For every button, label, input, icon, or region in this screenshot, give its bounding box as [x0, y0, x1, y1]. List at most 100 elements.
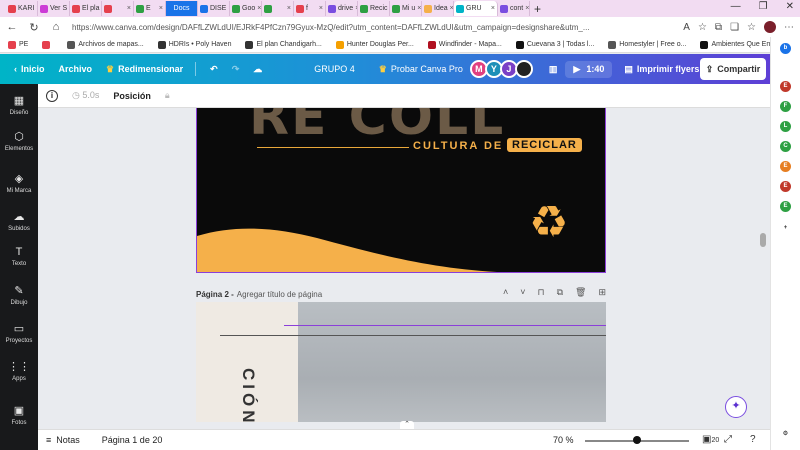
bookmark-item[interactable]: HDRIs • Poly Haven — [157, 40, 231, 49]
delete-icon[interactable]: 🗑︎ — [575, 287, 586, 298]
sidebar-app-icon[interactable]: E — [780, 161, 791, 172]
tab-close-icon[interactable]: × — [525, 5, 529, 12]
favorite-star-icon[interactable]: ☆ — [698, 22, 707, 33]
rail-item-texto[interactable]: T Texto — [0, 246, 38, 267]
file-menu-button[interactable]: Archivo — [59, 64, 93, 74]
bookmark-item[interactable] — [42, 40, 53, 49]
bookmark-item[interactable]: Hunter Douglas Per... — [335, 40, 414, 49]
show-pages-button[interactable]: ⌃ — [400, 421, 414, 429]
browser-tab[interactable]: Ver S× — [38, 1, 70, 16]
fullscreen-icon[interactable]: ⤢ — [724, 434, 732, 445]
sidebar-add-icon[interactable]: + — [780, 223, 791, 234]
rail-item-subidos[interactable]: ☁ Subidos — [0, 210, 38, 232]
maximize-icon[interactable]: ❐ — [759, 1, 768, 12]
bing-icon[interactable]: b — [780, 43, 791, 54]
sidebar-app-icon[interactable]: E — [780, 201, 791, 212]
sidebar-app-icon[interactable]: F — [780, 101, 791, 112]
browser-tab[interactable]: cont × — [498, 1, 530, 16]
sidebar-app-icon[interactable]: E — [780, 181, 791, 192]
rail-item-fotos[interactable]: ▣ Fotos — [0, 404, 38, 426]
new-tab-button[interactable]: + — [534, 2, 541, 16]
browser-tab[interactable]: Idea × — [422, 1, 454, 16]
rail-item-dibujo[interactable]: ✎ Dibujo — [0, 284, 38, 306]
page-grid-button[interactable]: ▣20 — [702, 434, 719, 445]
recycle-icon[interactable]: ♻ — [529, 197, 568, 248]
browser-tab[interactable]: El pla× — [70, 1, 102, 16]
tab-close-icon[interactable]: × — [127, 5, 131, 12]
position-button[interactable]: Posición — [113, 91, 151, 101]
browser-tab[interactable]: × — [262, 1, 294, 16]
present-timer-button[interactable]: ▶ 1:40 — [565, 60, 613, 78]
browser-tab[interactable]: Docs — [166, 1, 198, 16]
stats-icon[interactable]: ▥ — [549, 64, 558, 75]
bookmark-item[interactable]: Cuevana 3 | Todas l... — [515, 40, 594, 49]
bookmark-item[interactable]: Windfinder - Mapa... — [427, 40, 502, 49]
print-flyers-button[interactable]: ▤ Imprimir flyers — [624, 64, 699, 75]
magic-assistant-button[interactable]: ✦ — [725, 396, 747, 418]
help-icon[interactable]: ? — [750, 434, 756, 445]
rail-item-mi-marca[interactable]: ◈ Mi Marca — [0, 172, 38, 194]
collections-icon[interactable]: ❏ — [730, 22, 739, 33]
browser-tab[interactable]: f × — [294, 1, 326, 16]
vertical-title-text[interactable]: CIÓN — [238, 368, 258, 422]
browser-tab[interactable]: Recic× — [358, 1, 390, 16]
browser-tab[interactable]: E × — [134, 1, 166, 16]
browser-tab[interactable]: × — [102, 1, 134, 16]
chevron-down-icon[interactable]: ˅ — [520, 287, 525, 298]
bookmark-item[interactable]: PE — [8, 40, 28, 49]
rail-item-proyectos[interactable]: ▭ Proyectos — [0, 322, 38, 344]
redo-button[interactable]: ↷ — [232, 64, 240, 75]
notes-button[interactable]: ≡ Notas — [46, 435, 80, 445]
sky-photo[interactable] — [298, 302, 606, 422]
browser-tab[interactable]: drive× — [326, 1, 358, 16]
rail-item-elementos[interactable]: ⬡ Elementos — [0, 130, 38, 152]
tab-close-icon[interactable]: × — [491, 5, 495, 12]
bookmark-item[interactable]: El plan Chandigarh... — [245, 40, 322, 49]
more-icon[interactable]: ⋯ — [784, 22, 794, 33]
reciclar-badge[interactable]: RECICLAR — [507, 138, 582, 152]
close-icon[interactable]: ✕ — [786, 1, 794, 12]
profile-avatar[interactable] — [764, 21, 776, 33]
browser-tab[interactable]: GRU × — [454, 1, 498, 16]
sidebar-app-icon[interactable]: C — [780, 141, 791, 152]
cultura-text[interactable]: CULTURA DE — [413, 140, 503, 152]
resize-button[interactable]: ♛ Redimensionar — [106, 64, 183, 75]
add-page-icon[interactable]: ⊞ — [598, 287, 606, 298]
browser-tab[interactable]: KARI× — [6, 1, 38, 16]
favorites-icon[interactable]: ☆ — [747, 22, 756, 33]
lock-icon[interactable]: ⊓ — [538, 287, 545, 298]
tab-close-icon[interactable]: × — [159, 5, 163, 12]
page-title-input[interactable]: Agregar título de página — [237, 290, 322, 299]
tab-close-icon[interactable]: × — [417, 5, 421, 12]
back-icon[interactable]: ← — [6, 21, 18, 33]
page-info[interactable]: Página 1 de 20 — [102, 435, 163, 445]
design-title[interactable]: GRUPO 4 — [314, 64, 355, 74]
try-pro-button[interactable]: ♛ Probar Canva Pro — [379, 64, 463, 75]
duplicate-icon[interactable]: ⧉ — [557, 287, 563, 298]
avatar[interactable] — [514, 60, 533, 78]
page-1[interactable]: RE COLL CULTURA DE RECICLAR ♻ — [196, 108, 606, 273]
tab-close-icon[interactable]: × — [257, 5, 261, 12]
tab-close-icon[interactable]: × — [319, 5, 323, 12]
zoom-value[interactable]: 70 % — [553, 435, 574, 445]
bookmark-item[interactable]: Archivos de mapas... — [67, 40, 144, 49]
scrollbar[interactable] — [760, 233, 766, 247]
duration-button[interactable]: ◷ 5.0s — [72, 90, 99, 101]
tab-close-icon[interactable]: × — [287, 5, 291, 12]
rail-item-apps[interactable]: ⋮⋮ Apps — [0, 360, 38, 382]
sidebar-app-icon[interactable]: L — [780, 121, 791, 132]
info-icon[interactable]: i — [46, 89, 58, 102]
rail-item-diseño[interactable]: ▦ Diseño — [0, 94, 38, 116]
sidebar-settings-icon[interactable]: ⚙ — [780, 429, 791, 440]
minimize-icon[interactable]: — — [731, 1, 741, 12]
bookmark-item[interactable]: Ambientes Que Em... — [700, 40, 778, 49]
chevron-up-icon[interactable]: ˄ — [503, 287, 508, 298]
bookmark-item[interactable]: Homestyler | Free o... — [608, 40, 686, 49]
reload-icon[interactable]: ↻ — [28, 21, 40, 34]
home-button[interactable]: ‹ Inicio — [14, 64, 45, 74]
zoom-slider-handle[interactable] — [633, 436, 641, 444]
share-button[interactable]: ⇪ Compartir — [700, 58, 766, 80]
lock-icon[interactable]: 🔒︎ — [165, 90, 170, 101]
undo-button[interactable]: ↶ — [210, 64, 218, 75]
browser-tab[interactable]: Goo × — [230, 1, 262, 16]
